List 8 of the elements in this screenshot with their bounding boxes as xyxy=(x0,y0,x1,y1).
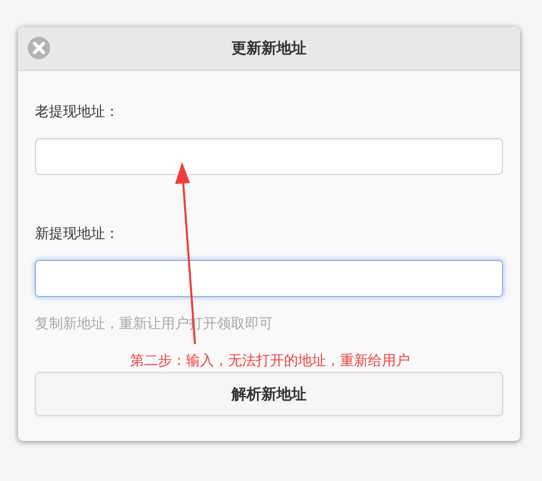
annotation-text: 第二步：输入，无法打开的地址，重新给用户 xyxy=(130,352,410,370)
dialog-title: 更新新地址 xyxy=(232,39,306,58)
parse-button[interactable]: 解析新地址 xyxy=(35,372,503,416)
input-field[interactable] xyxy=(35,260,503,297)
field-label: 老提现地址： xyxy=(35,103,119,121)
field-label: 新提现地址： xyxy=(35,225,119,243)
input-field[interactable] xyxy=(35,138,503,175)
close-icon[interactable] xyxy=(26,35,52,61)
